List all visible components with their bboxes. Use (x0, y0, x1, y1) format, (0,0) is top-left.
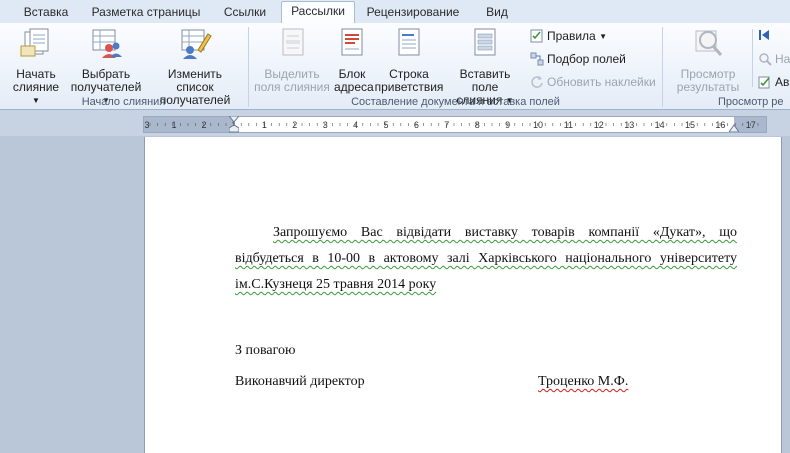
match-fields-button[interactable]: Подбор полей (530, 50, 626, 68)
tab-references[interactable]: Ссылки (216, 3, 274, 22)
ruler-label: 14 (655, 120, 665, 130)
ruler-label: 9 (505, 120, 510, 130)
rules-icon (530, 29, 543, 43)
start-merge-icon (20, 28, 49, 57)
address-block-icon (341, 28, 363, 56)
tab-page-layout[interactable]: Разметка страницы (86, 3, 206, 22)
ruler-label: 6 (414, 120, 419, 130)
update-labels-label: Обновить наклейки (547, 75, 656, 89)
edit-recipient-list-icon (181, 29, 212, 59)
group-divider (248, 27, 249, 107)
ruler-label: 1 (262, 120, 267, 130)
ruler-label: 5 (383, 120, 388, 130)
signature-name[interactable]: Троценко М.Ф. (538, 374, 628, 390)
tab-mailings[interactable]: Рассылки (281, 1, 355, 24)
insert-merge-field-icon (474, 28, 496, 56)
address-block-label-2: адреса (334, 80, 374, 94)
tab-review[interactable]: Рецензирование (360, 3, 466, 22)
group-label-start-merge: Начало слияния (81, 96, 166, 108)
greeting-line-label-2: приветствия (374, 80, 444, 94)
insert-field-label-1: Вставить поле (459, 67, 511, 94)
ruler-label: 13 (624, 120, 634, 130)
horizontal-ruler[interactable]: 31211234567891011121314151617 (143, 116, 767, 133)
find-recipient-button[interactable]: На (758, 50, 790, 68)
ruler-label: 16 (715, 120, 725, 130)
update-labels-icon (531, 76, 543, 88)
ruler-label: 2 (292, 120, 297, 130)
ruler-label: 7 (444, 120, 449, 130)
find-recipient-label: На (775, 52, 790, 66)
body-paragraph-line-2[interactable]: відбудеться в 10-00 в актовому залі Харк… (235, 251, 737, 267)
update-labels-button[interactable]: Обновить наклейки (530, 73, 656, 91)
check-errors-icon (758, 76, 770, 89)
highlight-fields-label-2: поля слияния (254, 80, 330, 94)
highlight-merge-fields-button[interactable]: Выделить поля слияния (254, 26, 330, 94)
group-write-insert-fields: Выделить поля слияния Блок адреса Строка… (250, 23, 661, 109)
document-page[interactable]: Запрошуємо Вас відвідати виставку товарі… (144, 137, 782, 453)
ruler-label: 11 (564, 120, 573, 130)
greeting-line-icon (398, 28, 420, 56)
match-fields-label: Подбор полей (547, 52, 626, 66)
auto-check-errors-button[interactable]: Ав (758, 73, 789, 91)
dropdown-caret-icon: ▼ (599, 32, 607, 41)
group-label-preview: Просмотр ре (718, 96, 784, 108)
ruler-label: 15 (685, 120, 695, 130)
find-recipient-icon (759, 53, 772, 66)
tab-view[interactable]: Вид (476, 3, 518, 22)
ruler-label: 10 (533, 120, 543, 130)
start-merge-label-2: слияние (12, 80, 60, 94)
tab-insert[interactable]: Вставка (18, 3, 74, 22)
preview-results-button[interactable]: Просмотр результаты (666, 26, 750, 94)
first-record-icon[interactable] (758, 29, 770, 41)
signature-position[interactable]: Виконавчий директор (235, 374, 365, 390)
ruler-label: 2 (201, 120, 206, 130)
ruler-label: 3 (323, 120, 328, 130)
rules-button[interactable]: Правила ▼ (530, 27, 607, 45)
ribbon: Начать слияние ▼ Выбрать получателей ▼ И… (0, 23, 790, 110)
ruler-label: 17 (746, 120, 756, 130)
select-recipients-button[interactable]: Выбрать получателей ▼ (66, 26, 146, 107)
ribbon-tab-bar: Вставка Разметка страницы Ссылки Рассылк… (0, 0, 790, 24)
edit-list-label-1: Изменить список (167, 67, 223, 94)
auto-check-label: Ав (775, 75, 790, 89)
match-fields-icon (530, 52, 544, 66)
address-block-button[interactable]: Блок адреса (334, 26, 374, 94)
group-label-write-insert: Составление документа и вставка полей (351, 96, 560, 108)
preview-results-icon (695, 30, 723, 56)
ruler-label: 4 (353, 120, 358, 130)
indent-marker-icon[interactable] (229, 116, 239, 133)
select-recipients-icon (92, 29, 122, 58)
right-indent-marker-icon[interactable] (729, 122, 739, 132)
insert-merge-field-button[interactable]: Вставить поле слияния ▼ (446, 26, 524, 107)
ruler-label: 1 (171, 120, 176, 130)
closing-regards[interactable]: З повагою (235, 343, 296, 359)
group-divider (752, 29, 753, 87)
edit-recipient-list-button[interactable]: Изменить список получателей (148, 26, 242, 107)
group-preview-results: Просмотр результаты На Ав Просмотр ре (664, 23, 790, 109)
select-recipients-label-2: получателей (70, 80, 142, 94)
ruler-label: 8 (475, 120, 480, 130)
preview-results-label-2: результаты (676, 80, 740, 94)
body-paragraph-line-3[interactable]: ім.С.Кузнеця 25 травня 2014 року (235, 277, 436, 293)
highlight-fields-icon (282, 28, 304, 56)
start-merge-button[interactable]: Начать слияние ▼ (8, 26, 64, 107)
rules-label: Правила (547, 29, 596, 43)
body-paragraph-line-1[interactable]: Запрошуємо Вас відвідати виставку товарі… (235, 225, 737, 241)
greeting-line-button[interactable]: Строка приветствия (374, 26, 444, 94)
ruler-label: 3 (144, 120, 149, 130)
group-divider (662, 27, 663, 107)
ruler-label: 12 (594, 120, 604, 130)
group-start-merge: Начать слияние ▼ Выбрать получателей ▼ И… (0, 23, 247, 109)
